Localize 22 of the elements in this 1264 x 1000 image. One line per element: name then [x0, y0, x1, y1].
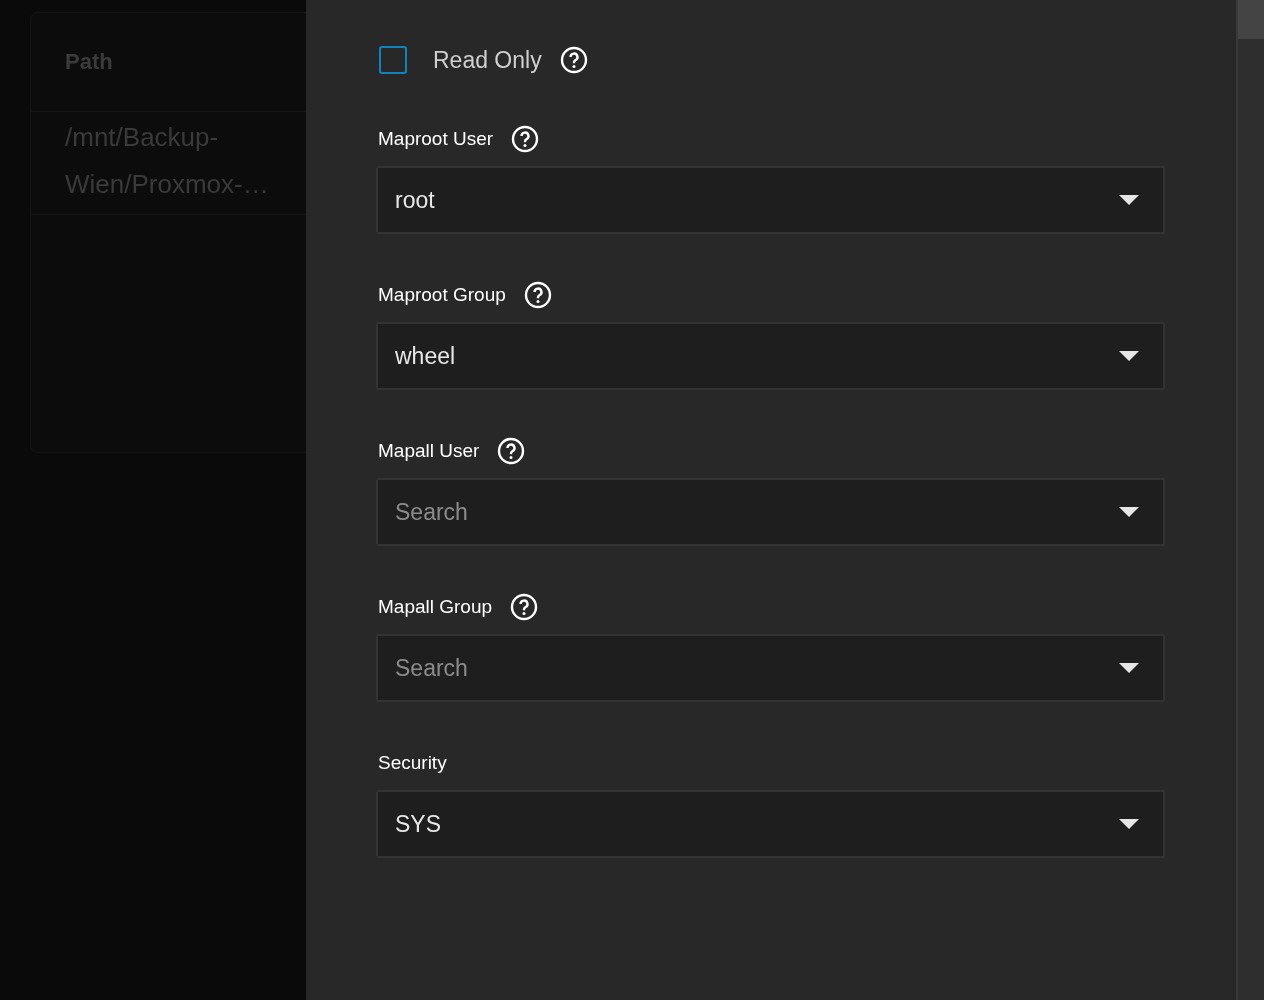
select-field[interactable]: Search: [376, 634, 1165, 702]
help-icon[interactable]: [497, 437, 526, 465]
select-field[interactable]: wheel: [376, 322, 1165, 390]
checkbox[interactable]: [379, 46, 407, 74]
help-icon[interactable]: [511, 125, 540, 153]
caret-icon: [1119, 351, 1139, 361]
field-label: Maproot Group: [378, 284, 506, 306]
field-label: Security: [378, 752, 447, 774]
help-icon[interactable]: [559, 46, 588, 74]
select-field[interactable]: root: [376, 166, 1165, 234]
caret-icon: [1119, 195, 1139, 205]
field-label: Mapall Group: [378, 596, 493, 618]
caret-icon: [1119, 507, 1139, 517]
help-icon[interactable]: [523, 281, 552, 309]
select-field[interactable]: SYS: [376, 790, 1165, 858]
help-icon[interactable]: [510, 593, 539, 621]
select-field[interactable]: Search: [376, 478, 1165, 546]
field-label: Maproot User: [378, 128, 494, 150]
field-label: Mapall User: [378, 440, 480, 462]
checkbox-label: Read Only: [433, 46, 542, 74]
caret-icon: [1119, 819, 1139, 829]
caret-icon: [1119, 663, 1139, 673]
